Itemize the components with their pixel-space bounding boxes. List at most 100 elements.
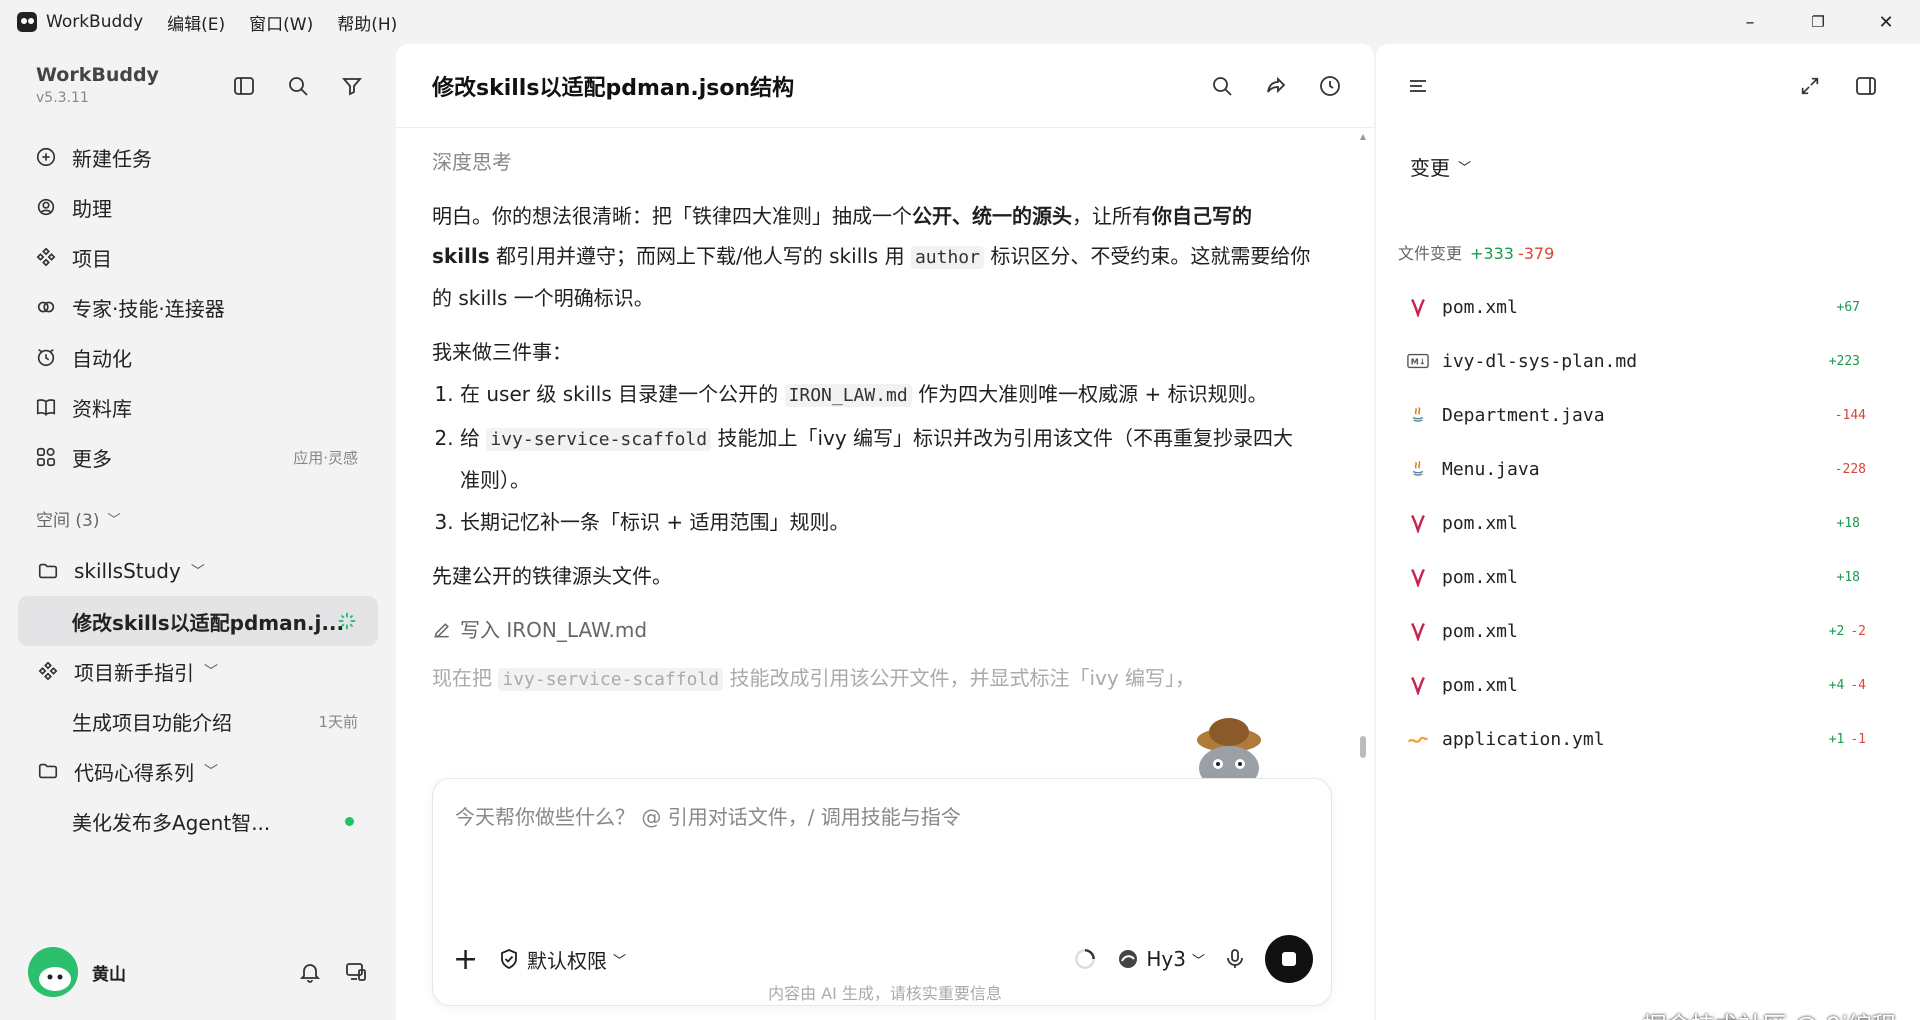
- app-logo-icon: [17, 12, 37, 32]
- spaces-label: 空间 (3): [36, 511, 100, 531]
- chevron-down-icon: ﹀: [613, 953, 627, 969]
- project-icon: [34, 245, 58, 269]
- app-name: WorkBuddy: [46, 12, 144, 32]
- folder-skillsstudy[interactable]: skillsStudy ﹀: [18, 546, 378, 596]
- chevron-down-icon: ﹀: [107, 513, 121, 528]
- outline-button[interactable]: [1402, 70, 1434, 102]
- changed-file-row[interactable]: pom.xml +4 -4: [1406, 658, 1866, 712]
- tool-call-write[interactable]: 写入 IRON_LAW.md: [432, 610, 1312, 650]
- changed-file-row[interactable]: pom.xml +67: [1406, 280, 1866, 334]
- microphone-icon[interactable]: [1223, 947, 1247, 971]
- composer-toolbar: + 默认权限 ﹀ Hy3 ﹀: [453, 935, 1313, 983]
- changes-dropdown[interactable]: 变更 ﹀: [1410, 152, 1471, 181]
- nav-new-task[interactable]: 新建任务: [18, 132, 378, 182]
- chevron-down-icon: ﹀: [1191, 953, 1205, 969]
- menu-help[interactable]: 帮助(H): [337, 10, 397, 35]
- changes-dropdown-label: 变更: [1410, 156, 1450, 180]
- file-additions: +2: [1828, 623, 1845, 639]
- text: 明白。你的想法很清晰：把「铁律四大准则」抽成一个: [432, 204, 912, 228]
- changed-file-row[interactable]: pom.xml +18: [1406, 496, 1866, 550]
- composer-right-controls: Hy3 ﹀: [1072, 935, 1313, 983]
- task-guide-intro[interactable]: 生成项目功能介绍 1天前: [18, 696, 378, 746]
- model-selector[interactable]: Hy3 ﹀: [1116, 947, 1205, 971]
- file-name: ivy-dl-sys-plan.md: [1442, 350, 1638, 372]
- file-diff-stat: +2 -2: [1829, 624, 1866, 639]
- file-name: Department.java: [1442, 404, 1605, 426]
- unread-dot: [345, 816, 354, 826]
- space-tree: skillsStudy ﹀ 修改skills以适配pdman.j... 项目新手…: [18, 546, 378, 846]
- task-label: 生成项目功能介绍: [72, 710, 232, 735]
- file-diff-stat: +18: [1837, 570, 1866, 585]
- file-diff-stat: +18: [1837, 516, 1866, 531]
- nav-experts-skills[interactable]: 专家·技能·连接器: [18, 282, 378, 332]
- nav-more[interactable]: 更多 应用·灵感: [18, 432, 378, 482]
- file-diff-stat: +67: [1837, 300, 1866, 315]
- task-series-child[interactable]: 美化发布多Agent智...: [18, 796, 378, 846]
- scrollbar-thumb[interactable]: [1360, 736, 1366, 758]
- deep-thinking-label[interactable]: 深度思考: [432, 142, 1312, 182]
- changed-file-row[interactable]: application.yml +1 -1: [1406, 712, 1866, 766]
- file-deletions: -4: [1850, 677, 1866, 693]
- inline-code: IRON_LAW.md: [784, 384, 912, 407]
- changed-file-row[interactable]: pom.xml +2 -2: [1406, 604, 1866, 658]
- filter-icon: [342, 78, 362, 96]
- stop-generation-button[interactable]: [1265, 935, 1313, 983]
- file-deletions: -2: [1850, 623, 1866, 639]
- close-button[interactable]: ✕: [1852, 0, 1920, 44]
- scroll-up-arrow[interactable]: ▲: [1360, 132, 1366, 141]
- toggle-right-panel-button[interactable]: [1850, 70, 1882, 102]
- total-deletions: -379: [1517, 244, 1555, 263]
- nav-label: 助理: [72, 196, 112, 221]
- history-button[interactable]: [1314, 70, 1346, 102]
- model-logo-icon: [1119, 950, 1138, 968]
- list-lines-icon: [1410, 80, 1426, 92]
- changed-files-list: pom.xml +67 M↓ ivy-dl-sys-plan.md +223 Depart…: [1406, 280, 1866, 766]
- sidebar: WorkBuddy v5.3.11 新建任务 助理 项目 专家·技能·连接器 自…: [0, 44, 394, 1020]
- project-icon: [36, 659, 60, 683]
- task-active[interactable]: 修改skills以适配pdman.j...: [18, 596, 378, 646]
- spaces-section[interactable]: 空间 (3) ﹀: [36, 506, 121, 531]
- folder-series[interactable]: 代码心得系列 ﹀: [18, 746, 378, 796]
- search-chat-button[interactable]: [1206, 70, 1238, 102]
- prompt-input[interactable]: 今天帮你做些什么？ @ 引用对话文件，/ 调用技能与指令: [455, 801, 961, 830]
- changed-file-row[interactable]: M↓ ivy-dl-sys-plan.md +223: [1406, 334, 1866, 388]
- bell-icon[interactable]: [298, 960, 322, 984]
- search-button[interactable]: [282, 70, 314, 102]
- toggle-sidebar-button[interactable]: [228, 70, 260, 102]
- permission-dropdown[interactable]: 默认权限 ﹀: [497, 945, 626, 974]
- share-button[interactable]: [1260, 70, 1292, 102]
- expand-panel-button[interactable]: [1794, 70, 1826, 102]
- folder-icon: [36, 759, 60, 783]
- devices-icon[interactable]: [344, 960, 368, 984]
- apps-grid-icon: [34, 445, 58, 469]
- nav-library[interactable]: 资料库: [18, 382, 378, 432]
- nav-label: 专家·技能·连接器: [72, 296, 225, 321]
- add-attachment-button[interactable]: +: [453, 942, 487, 977]
- changed-file-row[interactable]: Department.java -144: [1406, 388, 1866, 442]
- user-name: 黄山: [92, 964, 126, 985]
- streaming-paragraph: 现在把 ivy-service-scaffold 技能改成引用该公开文件，并显式…: [432, 658, 1312, 700]
- menu-edit[interactable]: 编辑(E): [167, 10, 225, 35]
- folder-guide[interactable]: 项目新手指引 ﹀: [18, 646, 378, 696]
- file-diff-stat: -228: [1829, 462, 1866, 477]
- sidebar-right-icon: [1856, 77, 1876, 95]
- file-diff-stat: -144: [1829, 408, 1866, 423]
- minimize-button[interactable]: –: [1716, 0, 1784, 44]
- changed-file-row[interactable]: Menu.java -228: [1406, 442, 1866, 496]
- svg-text:M↓: M↓: [1411, 357, 1426, 367]
- alarm-clock-icon: [34, 345, 58, 369]
- user-bar: 黄山: [28, 944, 368, 1000]
- chat-header: 修改skills以适配pdman.json结构: [396, 44, 1374, 128]
- avatar[interactable]: [28, 947, 78, 997]
- assistant-paragraph: 先建公开的铁律源头文件。: [432, 564, 672, 588]
- nav-project[interactable]: 项目: [18, 232, 378, 282]
- nav-automation[interactable]: 自动化: [18, 332, 378, 382]
- nav-assistant[interactable]: 助理: [18, 182, 378, 232]
- menu-window[interactable]: 窗口(W): [249, 10, 313, 35]
- changed-file-row[interactable]: pom.xml +18: [1406, 550, 1866, 604]
- filter-button[interactable]: [336, 70, 368, 102]
- skills-icon: [34, 295, 58, 319]
- file-changes-summary: 文件变更 +333 -379: [1398, 240, 1554, 264]
- maximize-button[interactable]: ❐: [1784, 0, 1852, 44]
- changes-panel: 变更 ﹀ 文件变更 +333 -379 pom.xml +67 M↓ ivy-dl-sys…: [1376, 44, 1920, 1020]
